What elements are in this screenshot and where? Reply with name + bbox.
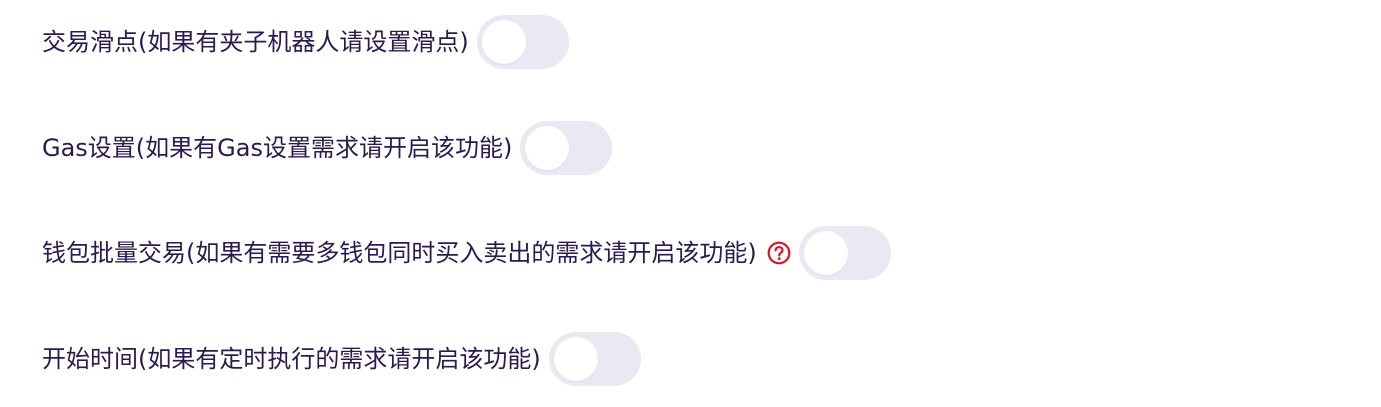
setting-row-batch-wallet: 钱包批量交易(如果有需要多钱包同时买入卖出的需求请开启该功能) (42, 226, 891, 280)
toggle-knob (553, 337, 598, 381)
gas-toggle[interactable] (520, 121, 613, 175)
slippage-toggle[interactable] (476, 15, 569, 69)
batch-wallet-label: 钱包批量交易(如果有需要多钱包同时买入卖出的需求请开启该功能) (42, 239, 757, 267)
question-circle-icon[interactable] (767, 241, 791, 265)
toggle-knob (481, 20, 526, 64)
toggle-knob (803, 231, 848, 275)
setting-row-gas: Gas设置(如果有Gas设置需求请开启该功能) (42, 121, 613, 175)
start-time-label: 开始时间(如果有定时执行的需求请开启该功能) (42, 345, 541, 373)
setting-row-start-time: 开始时间(如果有定时执行的需求请开启该功能) (42, 332, 641, 386)
slippage-label: 交易滑点(如果有夹子机器人请设置滑点) (42, 28, 469, 56)
start-time-toggle[interactable] (548, 332, 641, 386)
settings-panel: 交易滑点(如果有夹子机器人请设置滑点) Gas设置(如果有Gas设置需求请开启该… (0, 0, 1381, 407)
setting-row-slippage: 交易滑点(如果有夹子机器人请设置滑点) (42, 15, 569, 69)
batch-wallet-toggle[interactable] (798, 226, 891, 280)
toggle-knob (525, 126, 570, 170)
gas-label: Gas设置(如果有Gas设置需求请开启该功能) (42, 134, 513, 162)
